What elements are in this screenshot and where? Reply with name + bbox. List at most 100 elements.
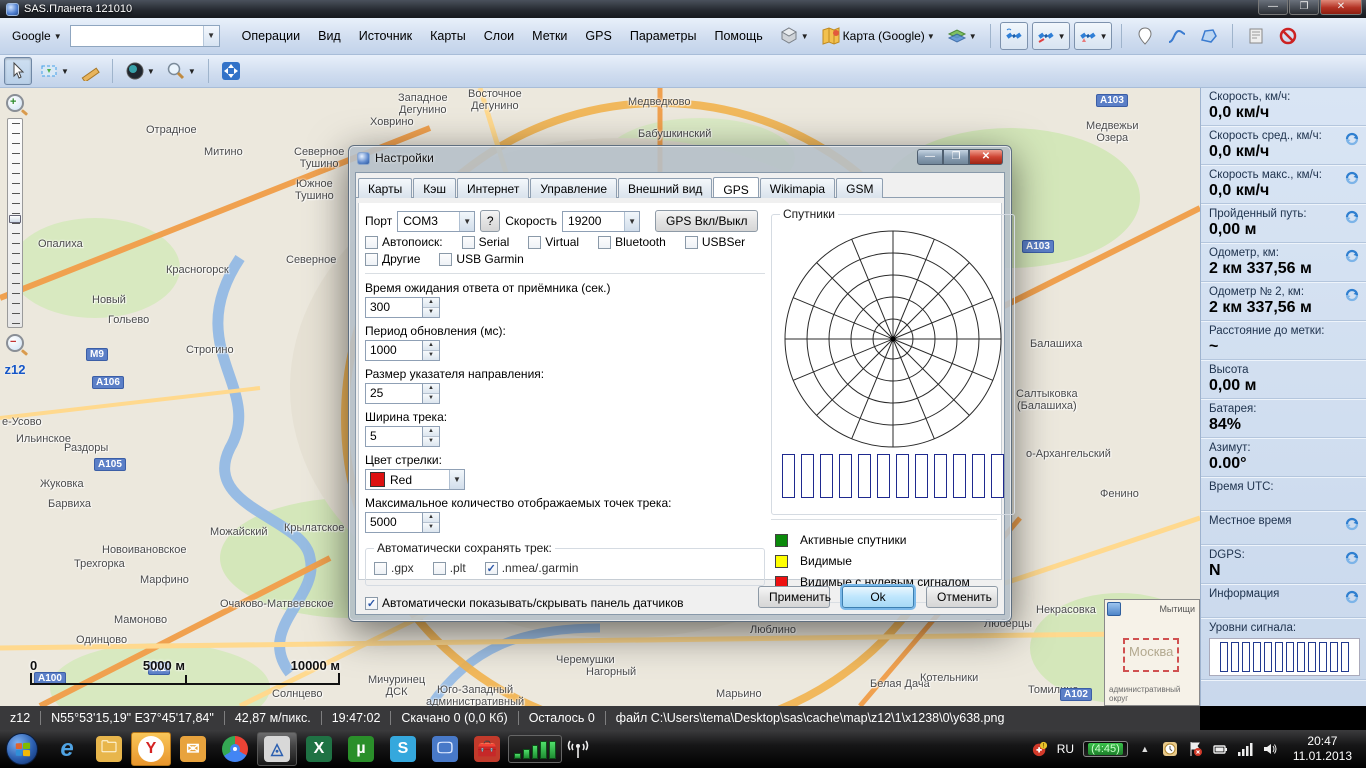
checkbox-checked[interactable]: ✓ xyxy=(365,597,378,610)
disable-button[interactable] xyxy=(1274,22,1302,50)
gps-track-button[interactable]: ▼ xyxy=(1032,22,1070,50)
battery-time-indicator[interactable]: (4:45) xyxy=(1083,741,1128,757)
selection-tool-button[interactable]: ▼ xyxy=(35,57,73,85)
menu-item-Помощь[interactable]: Помощь xyxy=(706,25,770,47)
checkbox-Автопоиск:[interactable]: Автопоиск: xyxy=(365,235,443,249)
checkbox-unchecked[interactable] xyxy=(433,562,446,575)
checkbox-autoshow-sensors[interactable]: ✓Автоматически показывать/скрывать панел… xyxy=(365,596,684,610)
arrow-color-select[interactable]: Red ▼ xyxy=(365,469,465,490)
spinner-buttons[interactable]: ▲▼ xyxy=(423,340,440,361)
taskbar-display-settings[interactable]: 🖵 xyxy=(425,732,465,766)
zoom-tool-button[interactable]: ▼ xyxy=(162,57,200,85)
spin-field[interactable]: 5▲▼ xyxy=(365,426,765,447)
layers-select[interactable]: ▼ xyxy=(943,22,981,50)
reset-icon[interactable] xyxy=(1344,288,1360,302)
taskbar-yandex-browser[interactable]: Y xyxy=(131,732,171,766)
checkbox-unchecked[interactable] xyxy=(598,236,611,249)
globe-view-button[interactable]: ▼ xyxy=(121,57,159,85)
add-polygon-button[interactable] xyxy=(1195,22,1223,50)
add-placemark-button[interactable] xyxy=(1131,22,1159,50)
reset-icon[interactable] xyxy=(1344,132,1360,146)
window-close-button[interactable]: ✕ xyxy=(1320,0,1362,15)
spin-up-icon[interactable]: ▲ xyxy=(423,384,439,393)
tab-Внешний вид[interactable]: Внешний вид xyxy=(618,178,712,198)
battery-icon[interactable] xyxy=(1212,741,1228,757)
signal-meter-indicator[interactable] xyxy=(508,735,562,763)
spinner-buttons[interactable]: ▲▼ xyxy=(423,383,440,404)
tab-Карты[interactable]: Карты xyxy=(358,178,412,198)
network-signal-icon[interactable] xyxy=(1237,741,1253,757)
download-manager-button[interactable]: ▼ xyxy=(775,22,813,50)
spin-field[interactable]: 300▲▼ xyxy=(365,297,765,318)
menu-item-Операции[interactable]: Операции xyxy=(234,25,308,47)
spin-up-icon[interactable]: ▲ xyxy=(423,341,439,350)
volume-icon[interactable] xyxy=(1262,741,1278,757)
fullscreen-button[interactable] xyxy=(217,57,245,85)
spin-down-icon[interactable]: ▼ xyxy=(423,350,439,360)
gps-toggle-button[interactable]: GPS Вкл/Выкл xyxy=(655,210,758,232)
reset-icon[interactable] xyxy=(1344,171,1360,185)
dialog-minimize-button[interactable]: — xyxy=(917,149,943,165)
spin-value[interactable]: 25 xyxy=(365,383,423,404)
menu-item-Слои[interactable]: Слои xyxy=(476,25,522,47)
tab-Wikimapia[interactable]: Wikimapia xyxy=(760,178,835,198)
spin-up-icon[interactable]: ▲ xyxy=(423,298,439,307)
spin-value[interactable]: 300 xyxy=(365,297,423,318)
gps-connect-button[interactable] xyxy=(1000,22,1028,50)
minimap-viewport-rect[interactable] xyxy=(1123,638,1179,672)
zoom-slider-handle[interactable] xyxy=(9,215,21,223)
chevron-down-icon[interactable]: ▼ xyxy=(203,26,219,46)
max-points-field[interactable]: 5000 ▲▼ xyxy=(365,512,765,533)
spin-value[interactable]: 1000 xyxy=(365,340,423,361)
chevron-down-icon[interactable]: ▼ xyxy=(61,67,69,76)
zoom-out-icon[interactable]: − xyxy=(6,334,24,352)
minimap[interactable]: Мытищи Москва административный округ xyxy=(1104,599,1200,706)
gps-position-button[interactable]: ▼ xyxy=(1074,22,1112,50)
checkbox-USBSer[interactable]: USBSer xyxy=(685,235,745,249)
menu-item-GPS[interactable]: GPS xyxy=(577,25,619,47)
taskbar-windows-explorer[interactable]: 🗀 xyxy=(89,732,129,766)
settings-dialog[interactable]: Настройки — ❐ ✕ КартыКэшИнтернетУправлен… xyxy=(348,145,1012,622)
taskbar-toolbox[interactable]: 🧰 xyxy=(467,732,507,766)
checkbox-unchecked[interactable] xyxy=(528,236,541,249)
menu-item-Карты[interactable]: Карты xyxy=(422,25,474,47)
chevron-down-icon[interactable]: ▼ xyxy=(1100,32,1108,41)
menu-item-Метки[interactable]: Метки xyxy=(524,25,575,47)
map-type-select[interactable]: Карта (Google) ▼ xyxy=(817,22,939,50)
checkbox-unchecked[interactable] xyxy=(685,236,698,249)
spin-down-icon[interactable]: ▼ xyxy=(423,436,439,446)
tab-Кэш[interactable]: Кэш xyxy=(413,178,456,198)
checkbox-unchecked[interactable] xyxy=(365,236,378,249)
window-maximize-button[interactable]: ❐ xyxy=(1289,0,1319,15)
wifi-antenna-icon[interactable] xyxy=(563,732,593,766)
taskbar-chrome[interactable] xyxy=(215,732,255,766)
отменить-button[interactable]: Отменить xyxy=(926,586,998,608)
zoom-in-icon[interactable]: + xyxy=(6,94,24,112)
checkbox-unchecked[interactable] xyxy=(374,562,387,575)
tab-Интернет[interactable]: Интернет xyxy=(457,178,529,198)
taskbar-internet-explorer[interactable]: e xyxy=(47,732,87,766)
spin-down-icon[interactable]: ▼ xyxy=(423,307,439,317)
reset-icon[interactable] xyxy=(1344,551,1360,565)
menu-item-Вид[interactable]: Вид xyxy=(310,25,349,47)
reset-icon[interactable] xyxy=(1344,210,1360,224)
checkbox-unchecked[interactable] xyxy=(439,253,452,266)
taskbar-outlook[interactable]: ✉ xyxy=(173,732,213,766)
checkbox-unchecked[interactable] xyxy=(462,236,475,249)
spin-up-icon[interactable]: ▲ xyxy=(423,427,439,436)
tab-GSM[interactable]: GSM xyxy=(836,178,883,198)
taskbar-utorrent[interactable]: µ xyxy=(341,732,381,766)
antivirus-icon[interactable]: ! xyxy=(1032,741,1048,757)
checkbox-checked[interactable]: ✓ xyxy=(485,562,498,575)
max-points-value[interactable]: 5000 xyxy=(365,512,423,533)
reset-icon[interactable] xyxy=(1344,590,1360,604)
tab-Управление[interactable]: Управление xyxy=(530,178,617,198)
speed-select[interactable]: 19200 ▼ xyxy=(562,211,640,232)
spinner-buttons[interactable]: ▲▼ xyxy=(423,426,440,447)
minimap-toggle-button[interactable] xyxy=(1107,602,1121,616)
checkbox-.plt[interactable]: .plt xyxy=(433,561,466,575)
spin-value[interactable]: 5 xyxy=(365,426,423,447)
language-indicator[interactable]: RU xyxy=(1057,742,1074,756)
ruler-tool-button[interactable] xyxy=(76,57,104,85)
spin-field[interactable]: 25▲▼ xyxy=(365,383,765,404)
